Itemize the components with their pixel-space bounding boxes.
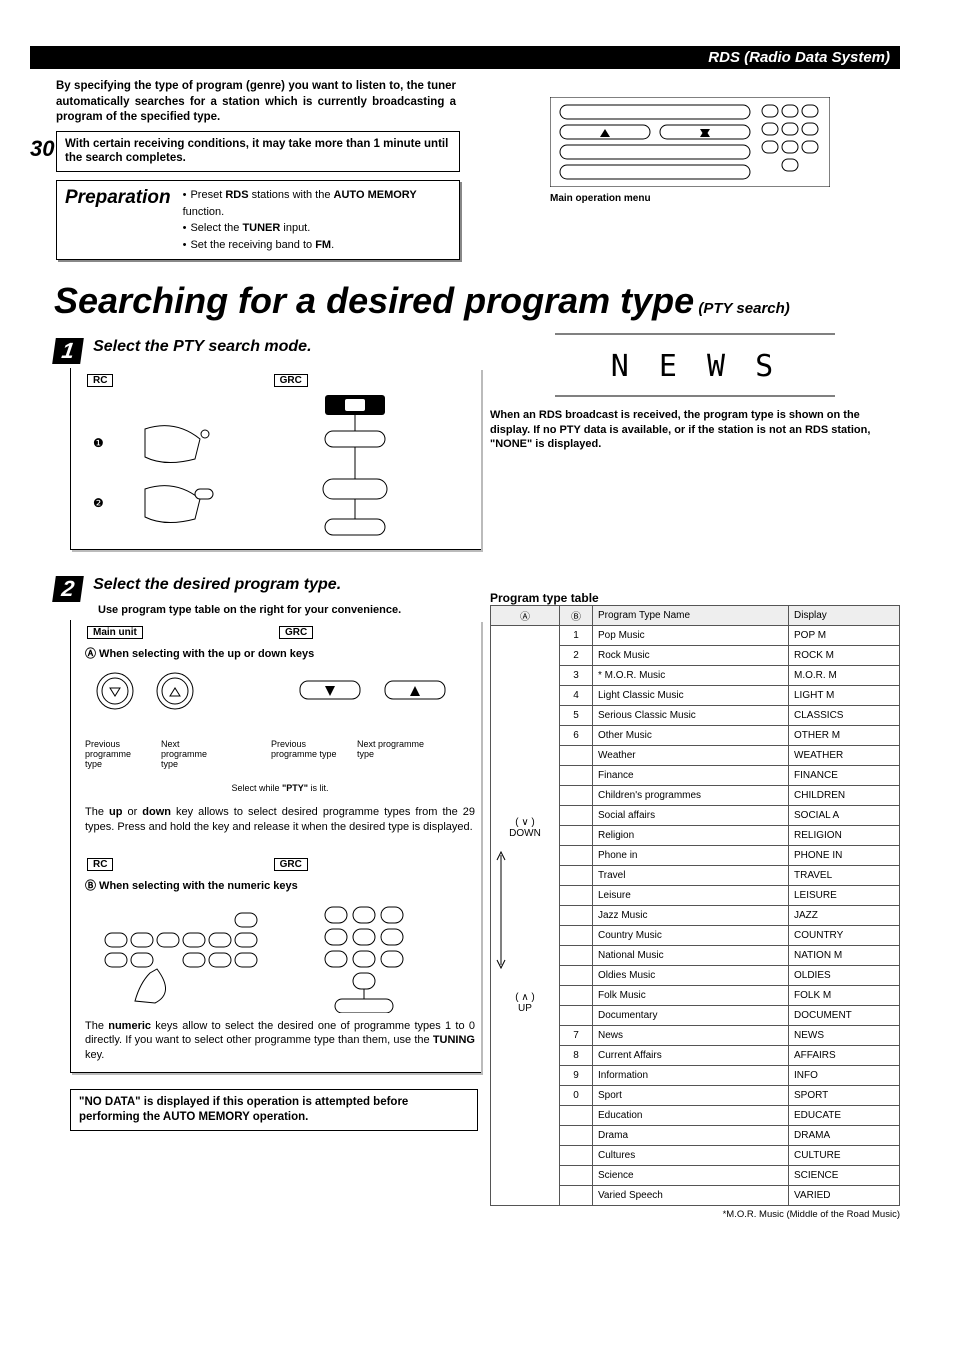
step-1-header: 1 Select the PTY search mode. (54, 330, 460, 364)
next-type-label-1: Next programme type (161, 739, 221, 769)
preparation-box: Preparation Preset RDS stations with the… (56, 180, 460, 260)
svg-text:❶: ❶ (93, 436, 104, 450)
receiving-note-box: With certain receiving conditions, it ma… (56, 131, 460, 173)
numeric-keys-diagram (85, 903, 465, 1013)
main-unit-label: Main unit (87, 626, 143, 639)
intro-paragraph: By specifying the type of program (genre… (56, 79, 456, 126)
prev-type-label-2: Previous programme type (271, 739, 341, 769)
grc-label: GRC (274, 374, 308, 387)
preparation-list: Preset RDS stations with the AUTO MEMORY… (183, 187, 451, 253)
step-2-title: Select the desired program type. (93, 576, 341, 593)
page-number: 30 (30, 136, 54, 162)
step-2-number: 2 (52, 576, 84, 602)
step-2-header: 2 Select the desired program type. (54, 568, 460, 602)
select-while-pty: Select while "PTY" is lit. (85, 783, 475, 793)
section-header: RDS (Radio Data System) (30, 46, 900, 69)
rc-label-2: RC (87, 858, 113, 871)
step-2-subtext: Use program type table on the right for … (98, 604, 460, 616)
svg-text:N E W S: N E W S (611, 349, 779, 384)
step-1-diagram: ❶ ❷ (85, 389, 465, 539)
main-menu-caption: Main operation menu (550, 193, 900, 204)
mor-footnote: *M.O.R. Music (Middle of the Road Music) (490, 1209, 900, 1220)
prev-type-label-1: Previous programme type (85, 739, 145, 769)
rc-label: RC (87, 374, 113, 387)
step-2-box: Main unit GRC Ⓐ When selecting with the … (70, 620, 481, 1072)
grc-label-2: GRC (279, 626, 313, 639)
up-down-diagram (85, 669, 465, 739)
step-1-number: 1 (52, 338, 84, 364)
next-type-label-2: Next programme type (357, 739, 427, 769)
up-down-text: The up or down key allows to select desi… (85, 805, 475, 834)
program-type-table: Ⓐ Ⓑ Program Type Name Display ( ∨ ) DOWN… (490, 605, 900, 1206)
grc-label-3: GRC (274, 858, 308, 871)
step-1-box: RC GRC ❶ ❷ (70, 368, 481, 550)
preparation-label: Preparation (65, 187, 171, 253)
step2-b-line: When selecting with the numeric keys (96, 880, 298, 892)
rds-broadcast-note: When an RDS broadcast is received, the p… (490, 408, 900, 451)
table-row: ( ∨ ) DOWN( ∧ ) UP1Pop MusicPOP M (491, 626, 900, 646)
step2-a-line: When selecting with the up or down keys (96, 648, 314, 660)
svg-text:❷: ❷ (93, 496, 104, 510)
lcd-display: N E W S (555, 330, 835, 400)
table-group-a-col: ( ∨ ) DOWN( ∧ ) UP (491, 626, 560, 1206)
main-menu-diagram (550, 97, 830, 187)
numeric-text: The numeric keys allow to select the des… (85, 1019, 475, 1062)
step-1-title: Select the PTY search mode. (93, 338, 311, 355)
program-table-heading: Program type table (490, 591, 900, 605)
no-data-note: "NO DATA" is displayed if this operation… (70, 1089, 478, 1131)
page-title: Searching for a desired program type (PT… (54, 280, 900, 322)
